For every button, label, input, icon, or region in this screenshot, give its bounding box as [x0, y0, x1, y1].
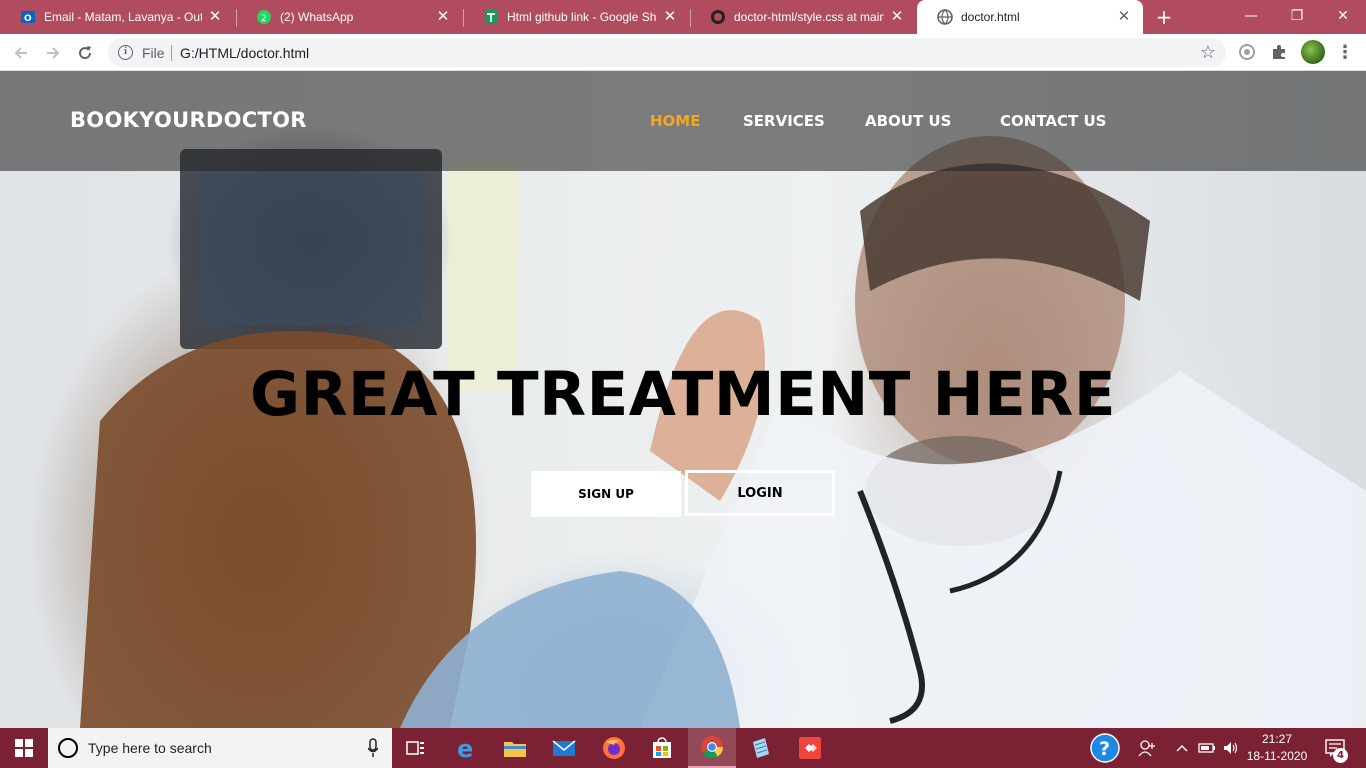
file-explorer-icon[interactable] — [491, 728, 539, 768]
svg-text:O: O — [24, 14, 32, 24]
site-logo[interactable]: BOOKYOURDOCTOR — [70, 108, 307, 132]
clock-time: 21:27 — [1261, 732, 1293, 746]
mail-icon[interactable] — [540, 728, 588, 768]
browser-tab-strip: O Email - Matam, Lavanya - Outlook ✕ 2 (… — [0, 0, 1366, 34]
chevron-up-icon[interactable] — [1172, 728, 1192, 768]
notification-icon[interactable] — [1320, 728, 1350, 768]
globe-icon — [937, 9, 953, 25]
bookmark-star-icon[interactable]: ☆ — [1200, 42, 1216, 63]
extensions-puzzle-icon[interactable] — [1268, 41, 1290, 63]
nav-contact-us[interactable]: CONTACT US — [1000, 112, 1106, 130]
store-icon[interactable] — [638, 728, 686, 768]
outlook-icon: O — [20, 9, 36, 25]
svg-text:e: e — [457, 736, 473, 760]
battery-icon[interactable] — [1196, 728, 1218, 768]
scheme-label: File — [142, 45, 165, 61]
google-sheets-icon — [483, 9, 499, 25]
reload-icon[interactable] — [72, 40, 98, 66]
back-arrow-icon[interactable] — [8, 40, 34, 66]
windows-start-icon[interactable] — [0, 728, 48, 768]
close-icon[interactable]: ✕ — [663, 9, 677, 24]
hero-title: GREAT TREATMENT HERE — [250, 359, 1116, 430]
svg-text:2: 2 — [261, 14, 267, 24]
info-icon[interactable]: i — [118, 45, 133, 60]
login-button[interactable]: LOGIN — [685, 470, 835, 516]
close-window-icon[interactable]: ✕ — [1320, 0, 1366, 32]
address-bar[interactable]: i File G:/HTML/doctor.html ☆ — [108, 38, 1226, 67]
notification-badge: 4 — [1333, 748, 1348, 763]
browser-toolbar: i File G:/HTML/doctor.html ☆ ⋮ — [0, 34, 1366, 71]
nav-home[interactable]: HOME — [650, 112, 700, 130]
tab-doctor-html[interactable]: doctor.html ✕ — [917, 0, 1143, 34]
signup-button[interactable]: SIGN UP — [531, 471, 681, 517]
minimize-icon[interactable]: — — [1228, 0, 1274, 32]
taskbar-search[interactable]: Type here to search — [48, 728, 392, 768]
profile-avatar[interactable] — [1301, 40, 1325, 64]
tab-outlook[interactable]: O Email - Matam, Lavanya - Outlook ✕ — [0, 0, 234, 34]
github-icon — [710, 9, 726, 25]
search-placeholder: Type here to search — [88, 740, 212, 756]
speaker-icon[interactable] — [1220, 728, 1242, 768]
svg-text:?: ? — [1099, 738, 1110, 760]
tab-title: doctor-html/style.css at main · — [734, 10, 884, 24]
whatsapp-icon: 2 — [256, 9, 272, 25]
address-divider — [171, 45, 172, 61]
tab-github[interactable]: doctor-html/style.css at main · ✕ — [690, 0, 916, 34]
help-icon[interactable]: ? — [1089, 728, 1121, 768]
people-icon[interactable] — [1135, 728, 1159, 768]
nav-about-us[interactable]: ABOUT US — [865, 112, 951, 130]
tab-whatsapp[interactable]: 2 (2) WhatsApp ✕ — [236, 0, 462, 34]
url-text[interactable]: G:/HTML/doctor.html — [180, 45, 309, 61]
close-icon[interactable]: ✕ — [890, 9, 904, 24]
windows-taskbar: Type here to search e ? 21:27 18-11-2020… — [0, 728, 1366, 768]
tab-title: (2) WhatsApp — [280, 10, 354, 24]
close-icon[interactable]: ✕ — [436, 9, 450, 24]
notepad-icon[interactable] — [737, 728, 785, 768]
system-clock[interactable]: 21:27 18-11-2020 — [1246, 731, 1308, 765]
tab-title: doctor.html — [961, 10, 1020, 24]
close-icon[interactable]: ✕ — [208, 9, 222, 24]
firefox-icon[interactable] — [590, 728, 638, 768]
forward-arrow-icon[interactable] — [40, 40, 66, 66]
chrome-icon[interactable] — [688, 728, 736, 768]
kebab-menu-icon[interactable]: ⋮ — [1334, 41, 1356, 63]
anydesk-icon[interactable] — [786, 728, 834, 768]
new-tab-button[interactable]: + — [1153, 6, 1175, 28]
microphone-icon[interactable] — [368, 738, 378, 758]
cortana-icon — [58, 738, 78, 758]
tab-google-sheets[interactable]: Html github link - Google Sheets ✕ — [463, 0, 689, 34]
close-icon[interactable]: ✕ — [1117, 9, 1131, 24]
extension-shield-icon[interactable] — [1236, 41, 1258, 63]
tab-title: Email - Matam, Lavanya - Outlook — [44, 10, 202, 24]
nav-services[interactable]: SERVICES — [743, 112, 825, 130]
clock-date: 18-11-2020 — [1246, 749, 1308, 763]
restore-icon[interactable]: ❐ — [1274, 0, 1320, 32]
tab-title: Html github link - Google Sheets — [507, 10, 657, 24]
edge-icon[interactable]: e — [442, 728, 490, 768]
task-view-icon[interactable] — [392, 728, 440, 768]
page-viewport: BOOKYOURDOCTOR HOME SERVICES ABOUT US CO… — [0, 71, 1366, 728]
